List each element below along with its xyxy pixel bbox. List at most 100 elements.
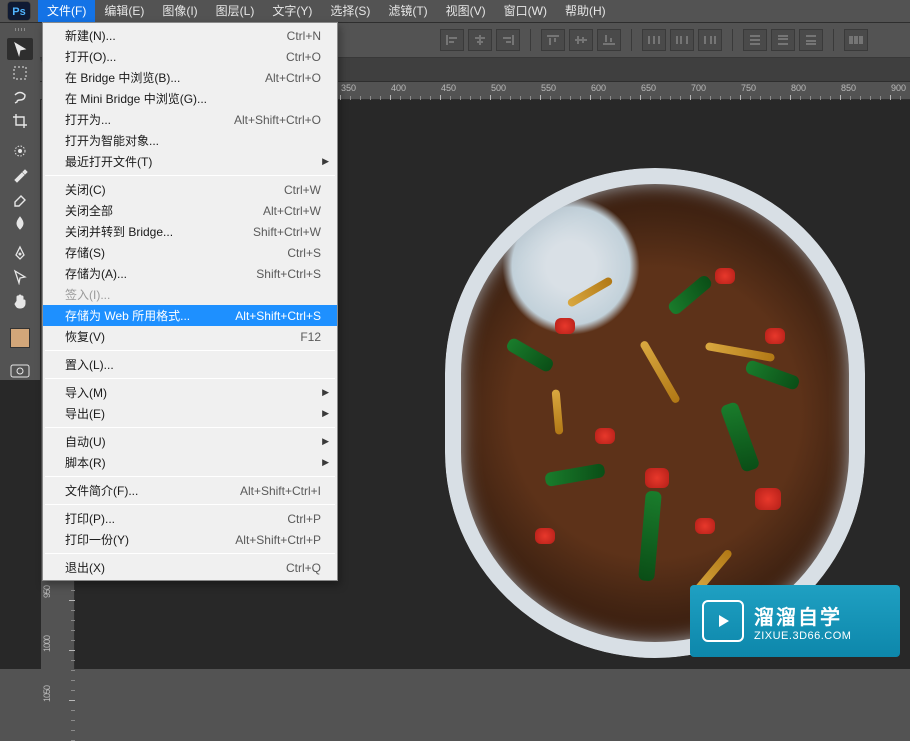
quickmask-toggle[interactable] [7,362,33,380]
file-menu-item-23[interactable]: 脚本(R)▶ [43,452,337,473]
pen-tool[interactable] [7,242,33,264]
distribute-v1-icon[interactable] [743,29,767,51]
distribute-v2-icon[interactable] [771,29,795,51]
file-menu-item-11[interactable]: 存储(S)Ctrl+S [43,242,337,263]
healing-brush-tool[interactable] [7,140,33,162]
distribute-h2-icon[interactable] [670,29,694,51]
file-menu-item-20[interactable]: 导出(E)▶ [43,403,337,424]
menu-item-shortcut: Ctrl+S [287,246,321,260]
menu-item-shortcut: Shift+Ctrl+W [253,225,321,239]
move-tool[interactable] [7,38,33,60]
file-menu-item-22[interactable]: 自动(U)▶ [43,431,337,452]
menu-item-label: 打印(P)... [65,510,287,527]
file-menu-item-5[interactable]: 打开为智能对象... [43,130,337,151]
align-bottom-icon[interactable] [597,29,621,51]
file-menu-item-13: 签入(I)... [43,284,337,305]
menu-item-label: 关闭(C) [65,181,284,198]
brush-tool[interactable] [7,164,33,186]
file-menu-item-19[interactable]: 导入(M)▶ [43,382,337,403]
menu-item-label: 恢复(V) [65,328,300,345]
play-icon [702,600,744,642]
menu-item-shortcut: Ctrl+N [287,29,321,43]
align-top-icon[interactable] [541,29,565,51]
menu-item-shortcut: Ctrl+Q [286,561,321,575]
menu-item-label: 存储为 Web 所用格式... [65,307,235,324]
align-right-icon[interactable] [496,29,520,51]
file-menu-item-14[interactable]: 存储为 Web 所用格式...Alt+Shift+Ctrl+S [43,305,337,326]
menu-8[interactable]: 窗口(W) [495,0,556,22]
menu-item-shortcut: Ctrl+P [287,512,321,526]
marquee-tool[interactable] [7,62,33,84]
foreground-color-swatch[interactable] [10,328,30,348]
crop-tool[interactable] [7,110,33,132]
align-left-icon[interactable] [440,29,464,51]
menu-separator [45,553,335,554]
menu-item-label: 退出(X) [65,559,286,576]
menu-item-label: 签入(I)... [65,286,321,303]
submenu-arrow-icon: ▶ [322,457,329,468]
menu-item-label: 最近打开文件(T) [65,153,321,170]
menu-1[interactable]: 编辑(E) [95,0,153,22]
menu-0[interactable]: 文件(F) [38,0,95,22]
menu-item-label: 导入(M) [65,384,321,401]
file-menu-item-4[interactable]: 打开为...Alt+Shift+Ctrl+O [43,109,337,130]
menu-3[interactable]: 图层(L) [207,0,264,22]
menu-item-shortcut: Alt+Shift+Ctrl+P [235,533,321,547]
auto-align-icon[interactable] [844,29,868,51]
file-menu-item-30[interactable]: 退出(X)Ctrl+Q [43,557,337,578]
tools-panel [0,24,40,380]
align-center-h-icon[interactable] [468,29,492,51]
menu-item-label: 置入(L)... [65,356,321,373]
file-menu-item-27[interactable]: 打印(P)...Ctrl+P [43,508,337,529]
file-menu-item-9[interactable]: 关闭全部Alt+Ctrl+W [43,200,337,221]
submenu-arrow-icon: ▶ [322,387,329,398]
menu-item-shortcut: Alt+Ctrl+W [263,204,321,218]
file-menu-item-17[interactable]: 置入(L)... [43,354,337,375]
menu-item-shortcut: Shift+Ctrl+S [256,267,321,281]
menu-item-label: 在 Bridge 中浏览(B)... [65,69,265,86]
file-menu-dropdown: 新建(N)...Ctrl+N打开(O)...Ctrl+O在 Bridge 中浏览… [42,22,338,581]
menu-2[interactable]: 图像(I) [153,0,206,22]
menu-separator [45,175,335,176]
menu-item-label: 脚本(R) [65,454,321,471]
file-menu-item-8[interactable]: 关闭(C)Ctrl+W [43,179,337,200]
menubar: Ps 文件(F)编辑(E)图像(I)图层(L)文字(Y)选择(S)滤镜(T)视图… [0,0,910,22]
menu-separator [45,378,335,379]
file-menu-item-12[interactable]: 存储为(A)...Shift+Ctrl+S [43,263,337,284]
eraser-tool[interactable] [7,188,33,210]
file-menu-item-3[interactable]: 在 Mini Bridge 中浏览(G)... [43,88,337,109]
ps-logo: Ps [0,2,38,20]
menu-item-label: 文件简介(F)... [65,482,240,499]
distribute-h3-icon[interactable] [698,29,722,51]
menu-5[interactable]: 选择(S) [321,0,379,22]
hand-tool[interactable] [7,290,33,312]
file-menu-item-6[interactable]: 最近打开文件(T)▶ [43,151,337,172]
align-middle-icon[interactable] [569,29,593,51]
menu-item-shortcut: Alt+Shift+Ctrl+I [240,484,321,498]
file-menu-item-28[interactable]: 打印一份(Y)Alt+Shift+Ctrl+P [43,529,337,550]
menu-4[interactable]: 文字(Y) [263,0,321,22]
file-menu-item-15[interactable]: 恢复(V)F12 [43,326,337,347]
menu-separator [45,504,335,505]
menu-item-label: 关闭全部 [65,202,263,219]
menu-item-label: 打开(O)... [65,48,286,65]
lasso-tool[interactable] [7,86,33,108]
file-menu-item-1[interactable]: 打开(O)...Ctrl+O [43,46,337,67]
menu-item-label: 打开为智能对象... [65,132,321,149]
menu-6[interactable]: 滤镜(T) [379,0,436,22]
file-menu-item-2[interactable]: 在 Bridge 中浏览(B)...Alt+Ctrl+O [43,67,337,88]
file-menu-item-0[interactable]: 新建(N)...Ctrl+N [43,25,337,46]
path-select-tool[interactable] [7,266,33,288]
menu-item-label: 自动(U) [65,433,321,450]
panel-grip-icon[interactable] [5,28,35,32]
menu-separator [45,350,335,351]
menu-7[interactable]: 视图(V) [437,0,495,22]
menu-item-shortcut: Alt+Shift+Ctrl+S [235,309,321,323]
blur-tool[interactable] [7,212,33,234]
file-menu-item-25[interactable]: 文件简介(F)...Alt+Shift+Ctrl+I [43,480,337,501]
distribute-v3-icon[interactable] [799,29,823,51]
menu-9[interactable]: 帮助(H) [556,0,615,22]
distribute-h1-icon[interactable] [642,29,666,51]
file-menu-item-10[interactable]: 关闭并转到 Bridge...Shift+Ctrl+W [43,221,337,242]
menu-item-shortcut: F12 [300,330,321,344]
